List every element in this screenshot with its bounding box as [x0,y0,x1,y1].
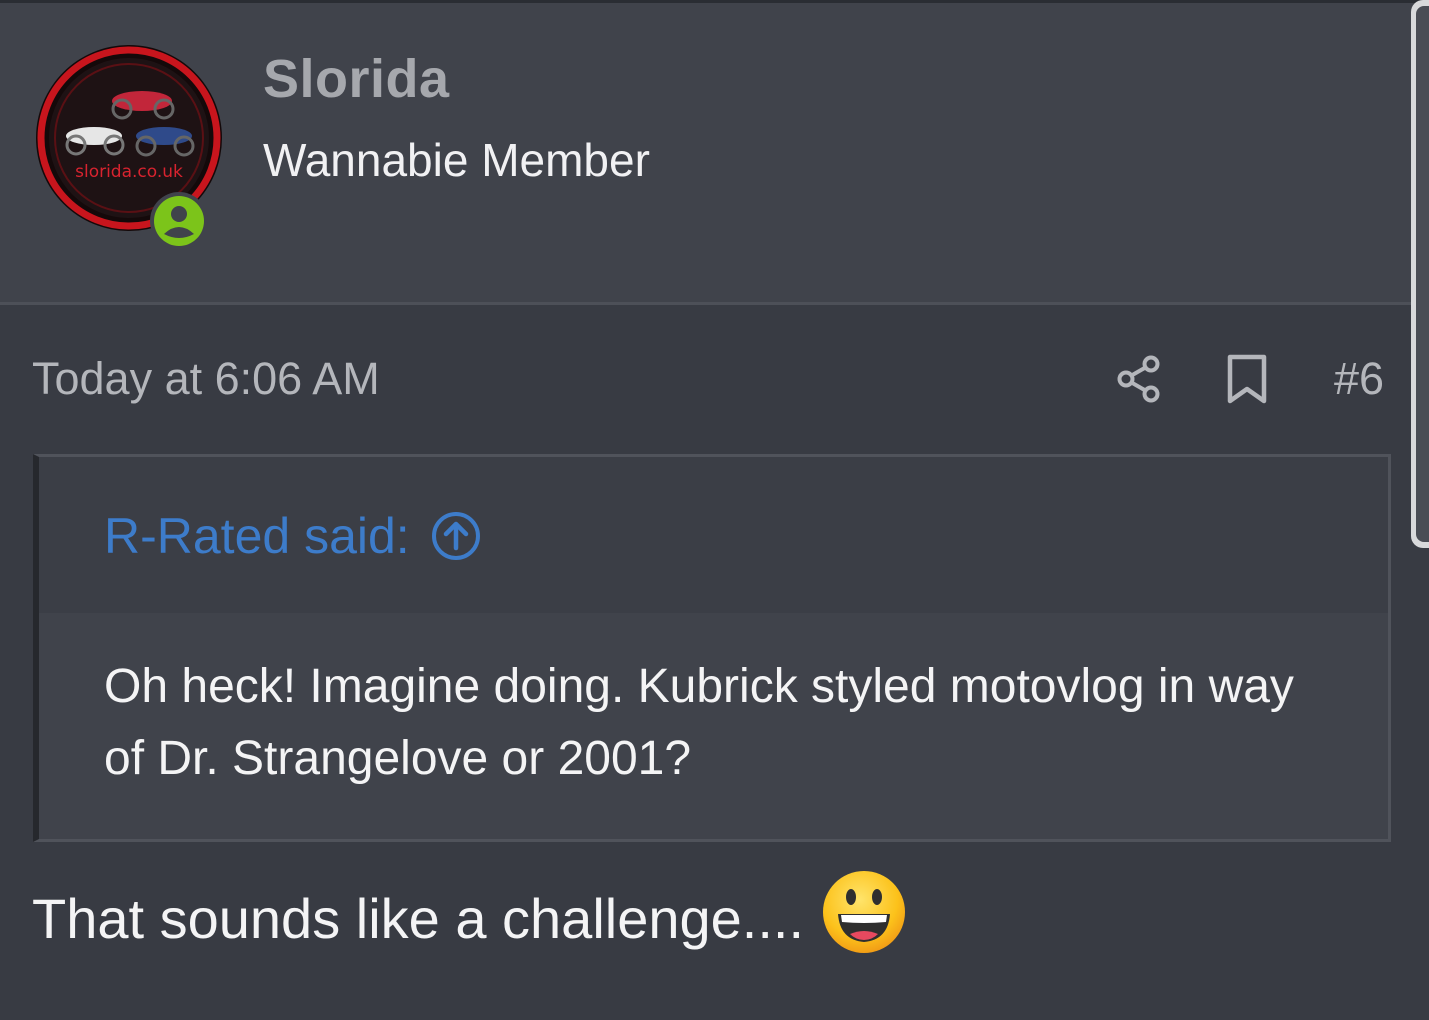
quote-author-link[interactable]: R-Rated said: [104,507,482,565]
grinning-face-icon [823,871,906,953]
post-text: That sounds like a challenge.... [32,886,805,950]
scrollbar[interactable] [1411,0,1429,548]
user-online-icon [150,192,208,250]
username-link[interactable]: Slorida [263,48,450,110]
quote-text: Oh heck! Imagine doing. Kubrick styled m… [104,660,1294,785]
arrow-up-circle-icon[interactable] [430,510,482,562]
scrollbar-track [1416,6,1429,542]
post-number-link[interactable]: #6 [1334,353,1384,405]
post-date-link[interactable]: Today at 6:06 AM [32,353,380,405]
post-body: That sounds like a challenge.... [32,871,908,956]
share-icon[interactable] [1114,353,1166,405]
header-divider [0,302,1429,305]
user-title: Wannabie Member [263,134,650,186]
quote-author-label[interactable]: R-Rated said: [104,507,410,565]
quote-block: R-Rated said: Oh heck! Imagine doing. Ku… [33,454,1391,842]
quote-header: R-Rated said: [39,457,1388,613]
bookmark-icon[interactable] [1225,353,1269,405]
avatar-logo-text: slorida.co.uk [75,162,183,182]
